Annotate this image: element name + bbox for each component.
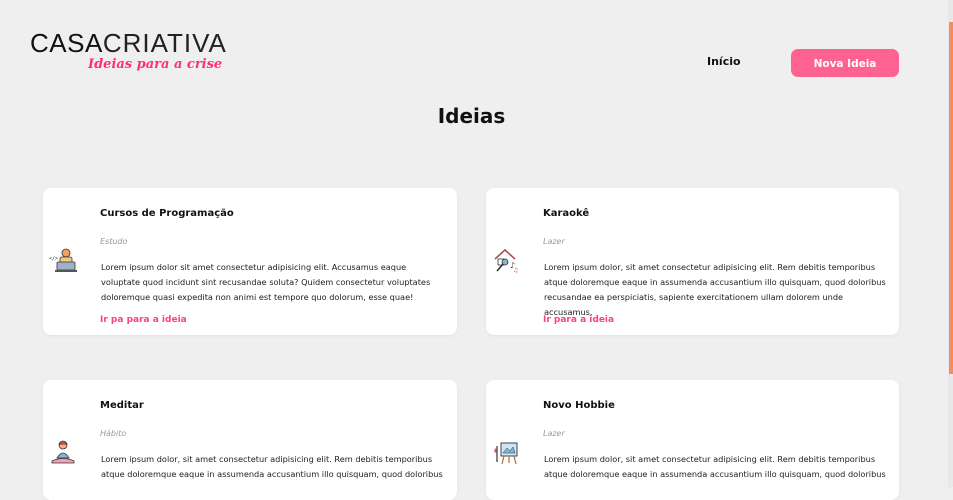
easel-painting-icon: ▮: [494, 442, 518, 465]
card-description: Lorem ipsum dolor, sit amet consectetur …: [544, 454, 886, 479]
svg-text:</>: </>: [49, 256, 58, 262]
card-link[interactable]: Ir pa para a ideia: [100, 315, 187, 325]
nav-home-link[interactable]: Início: [707, 55, 741, 68]
logo[interactable]: CASACRIATIVA Ideias para a crise: [30, 30, 227, 72]
card-category: Estudo: [100, 237, 128, 246]
card-category: Lazer: [543, 429, 565, 438]
card-category: Hábito: [100, 429, 127, 438]
logo-criativa: CRIATIVA: [102, 28, 227, 58]
idea-card: Meditar Hábito Lorem ipsum dolor, sit am…: [43, 380, 457, 500]
logo-wordmark: CASACRIATIVA: [30, 30, 227, 56]
svg-text:♫: ♫: [513, 267, 518, 274]
idea-card: ♪ ♫ Karaokê Lazer Lorem ipsum dolor, sit…: [486, 188, 899, 335]
idea-card: </> Cursos de Programação Estudo Lorem i…: [43, 188, 457, 335]
card-description: Lorem ipsum dolor, sit amet consectetur …: [544, 262, 886, 317]
programmer-icon: </>: [49, 248, 77, 272]
scrollbar-thumb[interactable]: [949, 22, 953, 374]
card-description: Lorem ipsum dolor sit amet consectetur a…: [101, 262, 431, 302]
card-title: Cursos de Programação: [100, 208, 234, 219]
card-title: Novo Hobbie: [543, 400, 615, 411]
card-category: Lazer: [543, 237, 565, 246]
card-title: Karaokê: [543, 208, 590, 219]
card-title: Meditar: [100, 400, 144, 411]
page-title: Ideias: [437, 104, 506, 128]
svg-text:▮: ▮: [494, 448, 497, 454]
card-description: Lorem ipsum dolor, sit amet consectetur …: [101, 454, 443, 479]
new-idea-button[interactable]: Nova Ideia: [791, 49, 899, 77]
logo-casa: CASA: [30, 28, 103, 58]
karaoke-house-icon: ♪ ♫: [494, 249, 518, 274]
meditation-icon: [51, 440, 75, 464]
card-link[interactable]: Ir para a ideia: [543, 315, 614, 325]
logo-tagline: Ideias para a crise: [88, 57, 223, 72]
idea-card: ▮ Novo Hobbie Lazer Lorem ipsum dolor, s…: [486, 380, 899, 500]
